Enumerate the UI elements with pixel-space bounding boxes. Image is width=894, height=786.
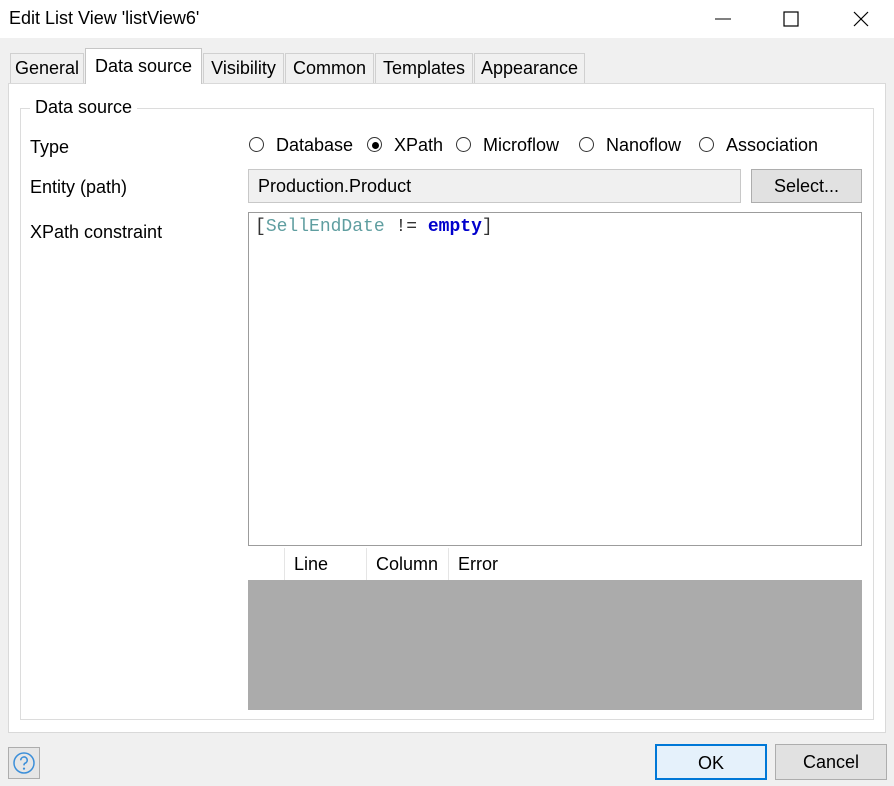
xpath-attribute: SellEndDate [265, 217, 385, 237]
radio-label: Association [726, 135, 819, 155]
xpath-operator: != [384, 217, 428, 237]
radio-label: Database [276, 135, 354, 155]
errors-table-body [248, 580, 862, 710]
cancel-button[interactable]: Cancel [775, 744, 887, 780]
close-icon [853, 11, 869, 27]
radio-circle [456, 137, 471, 152]
xpath-keyword: empty [427, 217, 482, 237]
xpath-label: XPath constraint [30, 222, 163, 242]
tab-templates[interactable]: Templates [375, 53, 473, 83]
radio-circle [579, 137, 594, 152]
radio-circle [249, 137, 264, 152]
radio-database[interactable]: Database [249, 135, 354, 157]
entity-label: Entity (path) [30, 177, 128, 197]
group-title: Data source [30, 97, 138, 118]
column-header-line[interactable]: Line [284, 548, 366, 580]
tab-appearance[interactable]: Appearance [474, 53, 585, 83]
tab-general[interactable]: General [10, 53, 84, 83]
minimize-button[interactable] [690, 0, 756, 38]
xpath-close-bracket: ] [481, 217, 493, 237]
radio-circle [367, 137, 382, 152]
column-header-error[interactable]: Error [448, 548, 862, 580]
tab-visibility[interactable]: Visibility [203, 53, 284, 83]
radio-label: Nanoflow [606, 135, 682, 155]
close-button[interactable] [828, 0, 894, 38]
radio-selected-dot [372, 142, 379, 149]
minimize-icon [715, 18, 731, 20]
maximize-icon [783, 11, 799, 27]
radio-microflow[interactable]: Microflow [456, 135, 566, 157]
radio-label: Microflow [483, 135, 560, 155]
help-button[interactable] [8, 747, 40, 779]
errors-table-header: Line Column Error [248, 548, 862, 581]
ok-button[interactable]: OK [655, 744, 767, 780]
select-button[interactable]: Select... [751, 169, 862, 203]
xpath-open-bracket: [ [255, 217, 266, 237]
maximize-button[interactable] [758, 0, 824, 38]
column-header-column[interactable]: Column [366, 548, 448, 580]
entity-path-field[interactable]: Production.Product [248, 169, 741, 203]
window-title: Edit List View 'listView6' [9, 8, 200, 28]
radio-circle [699, 137, 714, 152]
type-label: Type [30, 137, 70, 157]
radio-nanoflow[interactable]: Nanoflow [579, 135, 685, 157]
radio-label: XPath [394, 135, 444, 155]
tab-data-source[interactable]: Data source [85, 48, 202, 84]
radio-association[interactable]: Association [699, 135, 821, 157]
radio-xpath[interactable]: XPath [367, 135, 443, 157]
xpath-editor[interactable]: [SellEndDate != empty] [248, 212, 862, 546]
tab-common[interactable]: Common [285, 53, 374, 83]
help-icon [13, 752, 35, 774]
title-bar: Edit List View 'listView6' [0, 0, 894, 38]
